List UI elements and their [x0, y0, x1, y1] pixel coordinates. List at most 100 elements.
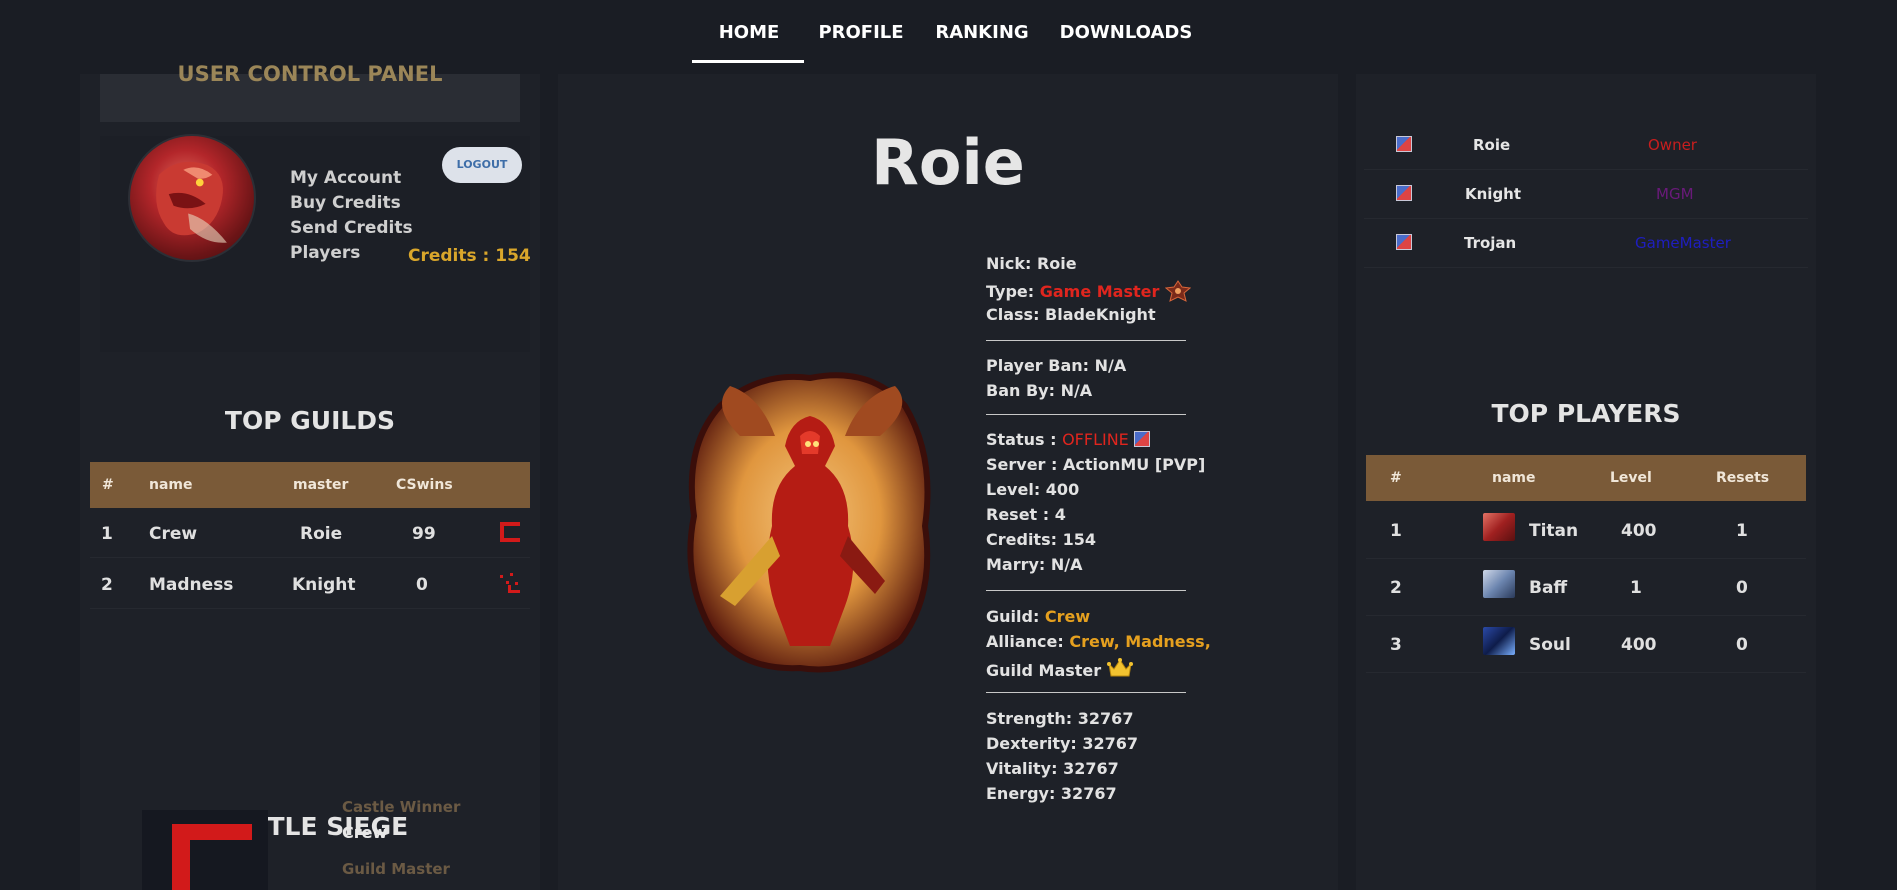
- marry-value: N/A: [1050, 555, 1083, 574]
- nick-label: Nick:: [986, 254, 1032, 273]
- ban-by-row: Ban By: N/A: [986, 381, 1092, 400]
- top-players-header: # name Level Resets: [1366, 455, 1806, 501]
- nick-row: Nick: Roie: [986, 254, 1077, 273]
- alliance-label: Alliance:: [986, 632, 1064, 651]
- staff-row[interactable]: Knight MGM: [1364, 171, 1808, 219]
- vitality-value: 32767: [1063, 759, 1119, 778]
- class-value: BladeKnight: [1045, 305, 1156, 324]
- guild-name[interactable]: Madness: [149, 575, 233, 595]
- energy-value: 32767: [1060, 784, 1117, 803]
- character-name: Roie: [871, 126, 1025, 199]
- guild-row[interactable]: 2 Madness Knight 0: [90, 559, 530, 609]
- player-name[interactable]: Baff: [1529, 578, 1567, 598]
- top-guilds-header: # name master CSwins: [90, 462, 530, 508]
- character-profile: Roie Nick: Roie Type: Game Master Class:…: [558, 74, 1338, 890]
- player-level: 400: [1621, 635, 1657, 655]
- player-row[interactable]: 2 Baff 1 0: [1366, 559, 1806, 616]
- guild-row[interactable]: 1 Crew Roie 99: [90, 508, 530, 558]
- user-avatar[interactable]: [128, 134, 256, 262]
- top-guilds-title: TOP GUILDS: [224, 406, 396, 435]
- reset-label: Reset :: [986, 505, 1050, 524]
- players-link[interactable]: Players: [290, 243, 360, 263]
- staff-role: GameMaster: [1635, 234, 1731, 252]
- level-value: 400: [1045, 480, 1080, 499]
- staff-role: MGM: [1656, 185, 1694, 203]
- player-avatar: [1483, 513, 1515, 541]
- nav-profile[interactable]: PROFILE: [816, 22, 906, 48]
- server-flag-icon: [1396, 136, 1412, 152]
- credits-row: Credits: 154: [986, 530, 1096, 549]
- player-ban-row: Player Ban: N/A: [986, 356, 1126, 375]
- guild-rank: 2: [101, 575, 113, 595]
- ban-by-value: N/A: [1060, 381, 1093, 400]
- staff-row[interactable]: Roie Owner: [1364, 122, 1808, 170]
- ban-by-label: Ban By:: [986, 381, 1055, 400]
- character-portrait-icon: [687, 372, 931, 673]
- reset-row: Reset : 4: [986, 505, 1066, 524]
- user-panel-title: USER CONTROL PANEL: [177, 62, 443, 86]
- staff-role: Owner: [1648, 136, 1697, 154]
- player-level: 1: [1630, 578, 1642, 598]
- user-credits: Credits : 154: [408, 246, 531, 266]
- my-account-link[interactable]: My Account: [290, 168, 401, 188]
- marry-row: Marry: N/A: [986, 555, 1083, 574]
- guild-master[interactable]: Knight: [292, 575, 356, 595]
- players-col-name: name: [1492, 470, 1536, 486]
- staff-name[interactable]: Roie: [1473, 136, 1510, 154]
- player-rank: 2: [1390, 578, 1402, 598]
- energy-label: Energy:: [986, 784, 1056, 803]
- buy-credits-link[interactable]: Buy Credits: [290, 193, 401, 213]
- guilds-col-cswins: CSwins: [396, 477, 453, 493]
- staff-name[interactable]: Knight: [1465, 185, 1521, 203]
- strength-row: Strength: 32767: [986, 709, 1133, 728]
- server-flag-icon: [1396, 234, 1412, 250]
- guild-role: Guild Master: [986, 661, 1102, 680]
- nav-home[interactable]: HOME: [704, 22, 794, 48]
- guilds-col-rank: #: [102, 477, 114, 493]
- player-row[interactable]: 3 Soul 400 0: [1366, 616, 1806, 673]
- player-row[interactable]: 1 Titan 400 1: [1366, 502, 1806, 559]
- divider: [986, 692, 1186, 693]
- top-players-title: TOP PLAYERS: [1491, 399, 1681, 428]
- guild-label: Guild:: [986, 607, 1040, 626]
- player-resets: 1: [1736, 521, 1748, 541]
- nav-downloads[interactable]: DOWNLOADS: [1058, 22, 1194, 48]
- guild-name[interactable]: Crew: [149, 524, 197, 544]
- dexterity-row: Dexterity: 32767: [986, 734, 1138, 753]
- nav-ranking[interactable]: RANKING: [930, 22, 1034, 48]
- player-name[interactable]: Soul: [1529, 635, 1571, 655]
- level-row: Level: 400: [986, 480, 1079, 499]
- vitality-row: Vitality: 32767: [986, 759, 1119, 778]
- server-row: Server : ActionMU [PVP]: [986, 455, 1205, 474]
- player-name[interactable]: Titan: [1529, 521, 1578, 541]
- castle-winner-value[interactable]: Crew: [342, 823, 387, 842]
- strength-label: Strength:: [986, 709, 1073, 728]
- guild-master[interactable]: Roie: [300, 524, 342, 544]
- alliance-row: Alliance: Crew, Madness,: [986, 632, 1211, 651]
- type-value: Game Master: [1039, 282, 1160, 301]
- guilds-col-name: name: [149, 477, 193, 493]
- game-master-badge-icon: [1164, 280, 1192, 302]
- player-avatar: [1483, 570, 1515, 598]
- right-column: Roie Owner Knight MGM Trojan GameMaster …: [1356, 74, 1816, 890]
- alliance-value[interactable]: Crew, Madness,: [1069, 632, 1210, 651]
- credits-label: Credits:: [986, 530, 1057, 549]
- staff-row[interactable]: Trojan GameMaster: [1364, 220, 1808, 268]
- players-col-rank: #: [1390, 470, 1402, 486]
- server-label: Server :: [986, 455, 1058, 474]
- send-credits-link[interactable]: Send Credits: [290, 218, 413, 238]
- guild-value[interactable]: Crew: [1045, 607, 1090, 626]
- guild-cswins: 0: [416, 575, 428, 595]
- class-row: Class: BladeKnight: [986, 305, 1156, 324]
- user-panel-header: USER CONTROL PANEL: [100, 62, 520, 122]
- dexterity-label: Dexterity:: [986, 734, 1077, 753]
- staff-name[interactable]: Trojan: [1464, 234, 1516, 252]
- guild-cswins: 99: [412, 524, 436, 544]
- credits-value: 154: [1062, 530, 1096, 549]
- players-col-resets: Resets: [1716, 470, 1770, 486]
- server-flag-icon: [1134, 431, 1151, 447]
- castle-guild-logo: [142, 810, 268, 890]
- server-flag-icon: [1396, 185, 1412, 201]
- logout-button[interactable]: LOGOUT: [442, 147, 522, 183]
- strength-value: 32767: [1077, 709, 1134, 728]
